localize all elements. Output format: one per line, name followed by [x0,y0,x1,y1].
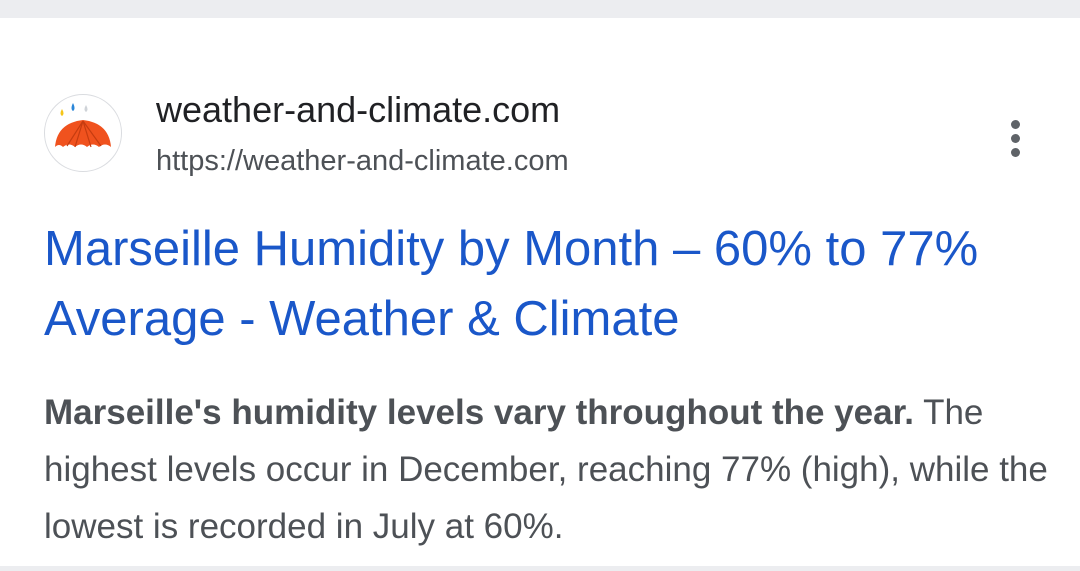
more-vert-icon-dot [1010,147,1020,157]
more-options-button[interactable] [996,114,1034,162]
umbrella-icon[interactable] [44,94,122,172]
snippet-highlight: Marseille's humidity levels vary through… [44,393,914,432]
search-result-card: weather-and-climate.com https://weather-… [0,18,1080,566]
site-name[interactable]: weather-and-climate.com [156,90,560,130]
more-vert-icon-dot [1010,133,1020,143]
result-title-link[interactable]: Marseille Humidity by Month – 60% to 77%… [44,214,1044,354]
result-snippet: Marseille's humidity levels vary through… [44,384,1054,555]
site-url[interactable]: https://weather-and-climate.com [156,144,569,178]
more-vert-icon [1010,119,1020,129]
